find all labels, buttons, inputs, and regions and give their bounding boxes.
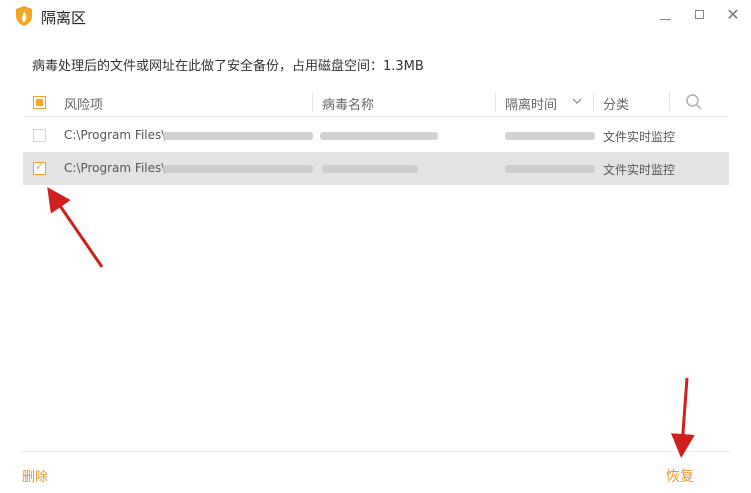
redacted-virus-name xyxy=(322,165,418,173)
close-button[interactable]: ✕ xyxy=(722,4,744,26)
column-header-quarantine-time[interactable]: 隔离时间 xyxy=(505,94,557,113)
search-icon[interactable] xyxy=(685,93,703,111)
restore-button[interactable]: 恢复 xyxy=(666,466,694,486)
footer-divider xyxy=(20,451,731,452)
row-category: 文件实时监控 xyxy=(603,163,676,177)
chevron-down-icon[interactable] xyxy=(571,95,583,107)
quarantine-table: 风险项 病毒名称 隔离时间 分类 C:\Program Files\ 文件实时监… xyxy=(23,87,729,185)
column-header-category[interactable]: 分类 xyxy=(603,94,629,113)
column-divider[interactable] xyxy=(312,93,313,111)
window-title: 隔离区 xyxy=(41,9,87,27)
minimize-icon xyxy=(660,19,671,20)
column-header-virus-name[interactable]: 病毒名称 xyxy=(322,94,374,113)
annotation-arrow-restore xyxy=(670,377,695,458)
minimize-button[interactable] xyxy=(655,4,677,26)
row-path: C:\Program Files\ xyxy=(64,128,166,142)
delete-button[interactable]: 删除 xyxy=(22,466,48,485)
row-checkbox-checked[interactable]: ✓ xyxy=(33,160,46,175)
select-all-checkbox[interactable] xyxy=(33,96,46,109)
checkmark-icon: ✓ xyxy=(35,160,45,173)
annotation-arrow-checkbox xyxy=(47,187,104,268)
backup-info-text: 病毒处理后的文件或网址在此做了安全备份，占用磁盘空间：1.3MB xyxy=(32,59,424,74)
shield-flame-logo-icon xyxy=(16,6,32,26)
maximize-button[interactable] xyxy=(689,4,711,26)
redacted-time xyxy=(505,165,595,173)
close-icon: ✕ xyxy=(726,5,740,24)
column-divider[interactable] xyxy=(669,93,670,111)
table-row-selected[interactable]: ✓ C:\Program Files\ 文件实时监控 xyxy=(23,152,729,185)
row-category: 文件实时监控 xyxy=(603,130,676,144)
redacted-time xyxy=(505,132,595,140)
table-header: 风险项 病毒名称 隔离时间 分类 xyxy=(23,87,729,117)
column-header-risk-item[interactable]: 风险项 xyxy=(64,94,103,113)
maximize-icon xyxy=(695,10,704,19)
column-divider[interactable] xyxy=(495,93,496,111)
table-row[interactable]: C:\Program Files\ 文件实时监控 xyxy=(23,119,729,152)
row-checkbox[interactable] xyxy=(33,129,46,142)
column-divider[interactable] xyxy=(593,93,594,111)
redacted-virus-name xyxy=(320,132,438,140)
redacted-path xyxy=(163,132,313,140)
row-path: C:\Program Files\ xyxy=(64,161,166,175)
redacted-path xyxy=(163,165,313,173)
title-bar: 隔离区 ✕ xyxy=(0,0,751,34)
